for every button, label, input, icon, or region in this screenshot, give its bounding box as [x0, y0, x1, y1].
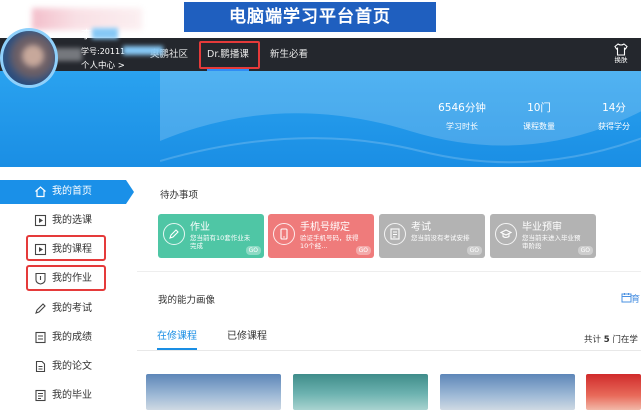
todo-card-title: 作业	[190, 222, 210, 233]
course-card[interactable]	[293, 374, 428, 410]
section-divider	[137, 271, 641, 272]
go-badge[interactable]: GO	[577, 246, 593, 255]
sidebar-item-label: 我的考试	[52, 303, 92, 314]
todo-card-title: 考试	[411, 222, 431, 233]
paper-icon	[34, 360, 47, 373]
todo-card-desc: 您当前未进入毕业预审阶段	[522, 234, 581, 250]
student-id: 学号:20111	[81, 47, 126, 56]
go-badge[interactable]: GO	[466, 246, 482, 255]
home-icon	[34, 185, 47, 198]
go-badge[interactable]: GO	[245, 246, 261, 255]
highlight-box-homework	[26, 265, 106, 291]
todo-card-exam[interactable]: 考试 您当前没有考试安排 GO	[379, 214, 485, 258]
todo-card-desc: 您当前有10套作业未完成	[190, 234, 251, 250]
graduation-cap-icon	[495, 223, 517, 245]
course-select-icon	[34, 214, 47, 227]
stat-value: 6546分钟	[438, 102, 486, 114]
exam-icon	[34, 302, 47, 315]
todo-card-homework[interactable]: 作业 您当前有10套作业未完成 GO	[158, 214, 264, 258]
course-card[interactable]	[146, 374, 281, 410]
count-prefix: 共计	[584, 335, 602, 345]
banner-title-box: 电脑端学习平台首页	[184, 2, 436, 32]
todo-card-title: 手机号绑定	[300, 222, 350, 233]
todo-card-phone-binding[interactable]: 手机号绑定 验证手机号码，获得10个经... GO	[268, 214, 374, 258]
personal-center-link[interactable]: 个人中心 >	[81, 59, 125, 71]
todo-card-title: 毕业预审	[522, 222, 562, 233]
todo-card-desc: 您当前没有考试安排	[411, 234, 470, 242]
count-suffix: 门在学	[612, 335, 638, 345]
course-card[interactable]	[440, 374, 575, 410]
sidebar-item-score[interactable]: 我的成绩	[0, 326, 128, 350]
banner-title: 电脑端学习平台首页	[229, 7, 391, 27]
stat-credits: 14分 获得学分	[579, 101, 641, 133]
count-number: 5	[603, 335, 610, 345]
graduation-icon	[34, 389, 47, 402]
stat-value: 10门	[527, 102, 551, 114]
sidebar-item-label: 我的选课	[52, 215, 92, 226]
stat-label: 课程数量	[523, 122, 555, 131]
go-badge[interactable]: GO	[355, 246, 371, 255]
course-card[interactable]	[586, 374, 641, 410]
avatar[interactable]	[0, 28, 58, 88]
todo-title: 待办事项	[160, 190, 199, 201]
stat-label: 学习时长	[446, 122, 478, 131]
sidebar-item-graduation[interactable]: 我的毕业	[0, 384, 128, 408]
nav-item-freshman-guide[interactable]: 新生必看	[270, 38, 308, 71]
score-icon	[34, 331, 47, 344]
student-id-mask	[123, 46, 163, 55]
sidebar-item-label: 我的成绩	[52, 332, 92, 343]
sidebar-item-course-select[interactable]: 我的选课	[0, 209, 128, 233]
shirt-icon	[614, 43, 628, 56]
sidebar-item-label: 我的首页	[52, 186, 92, 197]
sidebar-item-exam[interactable]: 我的考试	[0, 297, 128, 321]
highlight-box-dr-peng	[199, 41, 260, 69]
skin-label: 换肤	[614, 56, 628, 64]
todo-card-desc: 验证手机号码，获得10个经...	[300, 234, 359, 250]
sidebar-item-home[interactable]: 我的首页	[0, 180, 134, 204]
user-name-mask	[92, 28, 118, 39]
sidebar-item-label: 我的论文	[52, 361, 92, 372]
tabs-underline	[137, 350, 641, 351]
sidebar-item-paper[interactable]: 我的论文	[0, 355, 128, 379]
pencil-icon	[163, 223, 185, 245]
stat-course-count: 10门 课程数量	[504, 101, 574, 133]
tab-current-courses[interactable]: 在修课程	[157, 330, 197, 350]
exam-doc-icon	[384, 223, 406, 245]
stat-label: 获得学分	[598, 122, 630, 131]
todo-card-graduation-review[interactable]: 毕业预审 您当前未进入毕业预审阶段 GO	[490, 214, 596, 258]
ability-title: 我的能力画像	[158, 295, 216, 306]
sidebar-item-label: 我的毕业	[52, 390, 92, 401]
tab-completed-courses[interactable]: 已修课程	[227, 330, 267, 350]
user-name: 李	[81, 28, 92, 41]
stat-value: 14分	[602, 102, 626, 114]
skin-button[interactable]: 换肤	[608, 42, 634, 68]
course-count: 共计 5 门在学	[584, 333, 638, 345]
phone-icon	[273, 223, 295, 245]
highlight-box-my-courses	[26, 235, 106, 261]
stat-study-time: 6546分钟 学习时长	[427, 101, 497, 133]
ability-more-link[interactable]: 育	[631, 292, 640, 305]
